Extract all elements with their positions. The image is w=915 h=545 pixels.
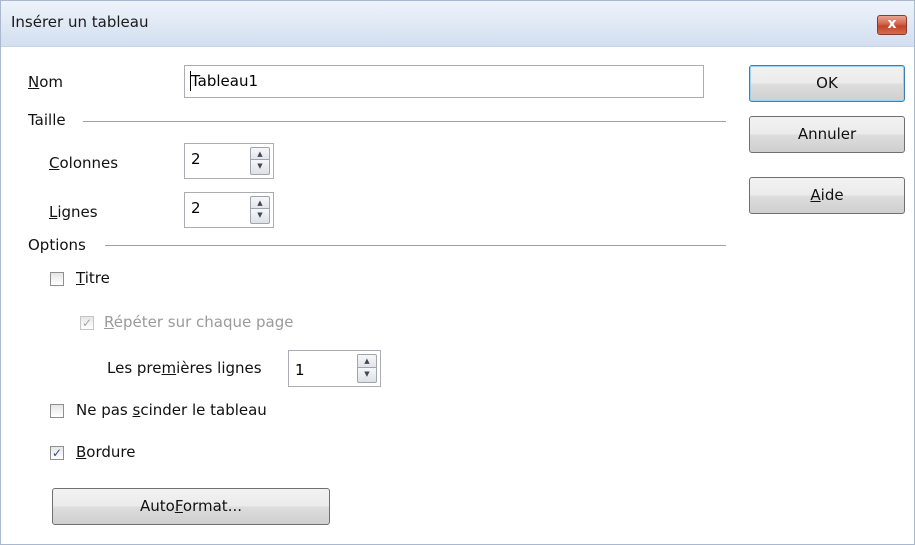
rows-spinbox[interactable]: 2 ▲ ▼ xyxy=(184,192,274,228)
rows-label: Lignes xyxy=(49,203,98,221)
repeat-checkbox[interactable]: ✓ xyxy=(80,316,94,330)
rows-spin-buttons: ▲ ▼ xyxy=(250,196,270,224)
check-icon: ✓ xyxy=(81,316,93,330)
options-heading: Options xyxy=(28,236,86,254)
title-checkbox-label[interactable]: Titre xyxy=(76,269,110,287)
taille-heading: Taille xyxy=(28,111,66,129)
spin-down-icon[interactable]: ▼ xyxy=(250,208,270,224)
name-label: Nom xyxy=(28,73,64,91)
no-split-checkbox[interactable] xyxy=(50,404,64,418)
help-button[interactable]: Aide xyxy=(749,177,905,214)
spin-down-icon[interactable]: ▼ xyxy=(357,367,377,383)
title-checkbox[interactable] xyxy=(50,272,64,286)
check-icon: ✓ xyxy=(51,446,63,460)
text-caret xyxy=(190,71,191,91)
border-checkbox[interactable]: ✓ xyxy=(50,446,64,460)
border-checkbox-label[interactable]: Bordure xyxy=(76,443,135,461)
title-bar[interactable]: Insérer un tableau x xyxy=(1,1,914,47)
options-separator xyxy=(105,245,726,246)
name-input-value: Tableau1 xyxy=(191,72,259,90)
columns-value: 2 xyxy=(191,150,201,168)
spin-down-icon[interactable]: ▼ xyxy=(250,159,270,175)
name-input[interactable]: Tableau1 xyxy=(184,65,704,98)
repeat-checkbox-label: Répéter sur chaque page xyxy=(104,313,294,331)
cancel-button[interactable]: Annuler xyxy=(749,116,905,153)
close-button[interactable]: x xyxy=(877,15,907,35)
taille-separator xyxy=(83,121,726,122)
first-rows-value: 1 xyxy=(295,361,305,379)
first-rows-spin-buttons: ▲ ▼ xyxy=(357,354,377,383)
first-rows-spinbox[interactable]: 1 ▲ ▼ xyxy=(288,350,381,387)
ok-button[interactable]: OK xyxy=(749,65,905,102)
rows-value: 2 xyxy=(191,199,201,217)
insert-table-dialog: Insérer un tableau x Nom Tableau1 Taille… xyxy=(0,0,915,545)
no-split-checkbox-label[interactable]: Ne pas scinder le tableau xyxy=(76,401,267,419)
first-rows-label: Les premières lignes xyxy=(107,359,262,377)
close-icon: x xyxy=(887,16,897,32)
autoformat-button[interactable]: AutoFormat... xyxy=(52,488,330,525)
columns-spin-buttons: ▲ ▼ xyxy=(250,147,270,175)
window-title: Insérer un tableau xyxy=(11,13,149,31)
columns-label: Colonnes xyxy=(49,154,119,172)
columns-spinbox[interactable]: 2 ▲ ▼ xyxy=(184,143,274,179)
